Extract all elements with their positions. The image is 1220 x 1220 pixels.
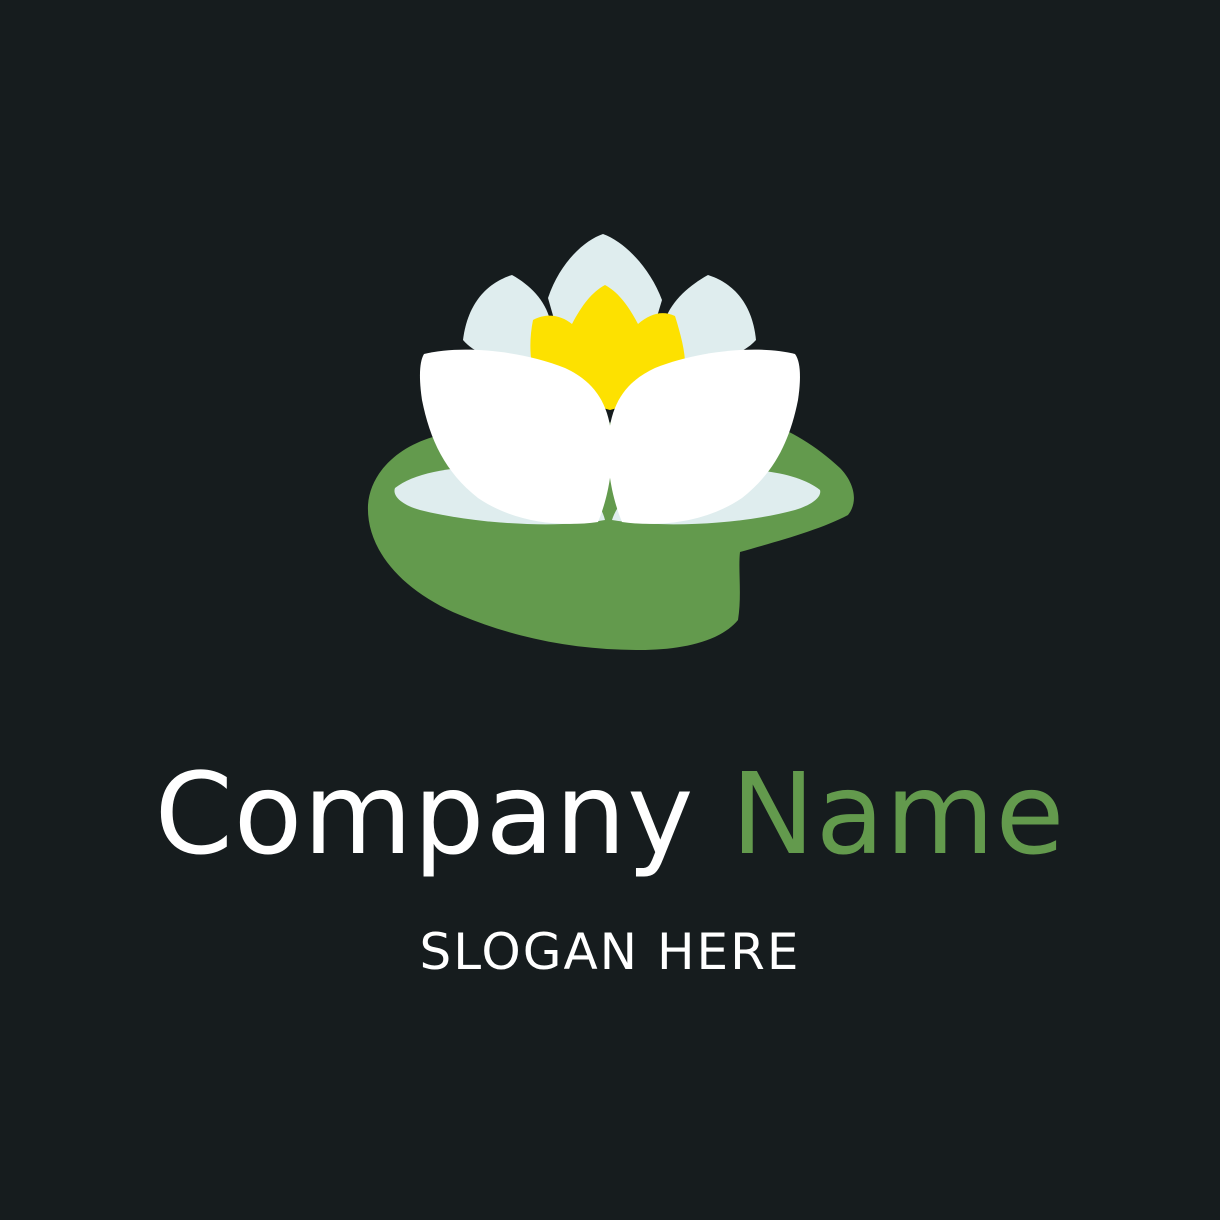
- company-name: Company Name: [0, 745, 1220, 885]
- name-word: Name: [731, 750, 1066, 880]
- logo-canvas: Company Name SLOGAN HERE: [0, 0, 1220, 1220]
- company-word: Company: [154, 750, 695, 880]
- slogan: SLOGAN HERE: [419, 923, 801, 981]
- water-lily-icon: [367, 234, 854, 650]
